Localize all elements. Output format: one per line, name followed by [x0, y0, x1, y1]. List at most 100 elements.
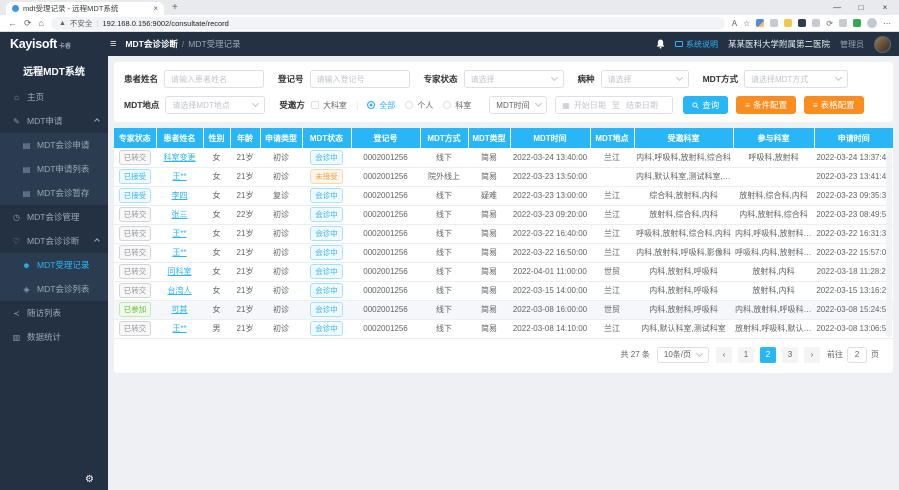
browser-tab[interactable]: mdt受理记录 - 远程MDT系统 × — [6, 2, 164, 15]
notification-bell-icon[interactable] — [656, 39, 665, 49]
window-minimize-button[interactable]: — — [825, 3, 849, 12]
back-icon[interactable]: ← — [8, 18, 17, 28]
chevron-down-icon — [676, 74, 683, 81]
mdt-mode-select[interactable]: 请选择MDT方式 — [744, 70, 848, 88]
sidebar-item-8[interactable]: ☻MDT受理记录 — [0, 253, 108, 277]
cell-mdt-mode: 线下 — [420, 319, 468, 338]
extension-icon[interactable] — [812, 19, 820, 27]
next-page-button[interactable]: › — [804, 347, 820, 363]
sync-icon[interactable]: ⟳ — [826, 19, 833, 28]
page-button-2[interactable]: 2 — [760, 347, 776, 363]
column-header: 受邀科室 — [634, 128, 733, 148]
time-type-select[interactable]: MDT时间 — [489, 96, 547, 114]
window-close-button[interactable]: × — [873, 3, 897, 12]
expert-status-select[interactable]: 请选择 — [464, 70, 564, 88]
date-range-picker[interactable]: ▦ 开始日期 至 结束日期 — [555, 96, 673, 114]
sidebar-item-6[interactable]: ◷MDT会诊管理 — [0, 205, 108, 229]
sidebar-item-7[interactable]: ♡MDT会诊诊断 — [0, 229, 108, 253]
prev-page-button[interactable]: ‹ — [716, 347, 732, 363]
tab-close-icon[interactable]: × — [153, 4, 158, 13]
cell-mdt-place: 世贸 — [590, 300, 634, 319]
cell-joined-depts: 放射科,内科 — [733, 262, 814, 281]
address-bar[interactable]: ▲ 不安全 | 192.168.0.156:9002/consultate/re… — [51, 17, 725, 30]
patient-name-link[interactable]: 张三 — [172, 210, 188, 219]
settings-gear-icon[interactable]: ⚙ — [85, 474, 94, 485]
page-button-3[interactable]: 3 — [782, 347, 798, 363]
sidebar-item-9[interactable]: ◈MDT会诊列表 — [0, 277, 108, 301]
sidebar-item-3[interactable]: ▤MDT会诊申请 — [0, 133, 108, 157]
cell-register-no: 0002001256 — [351, 319, 420, 338]
collapse-menu-icon[interactable]: ≡ — [110, 38, 116, 50]
radio-icon — [405, 101, 413, 109]
cell-apply-type: 初诊 — [260, 167, 302, 186]
table-config-button[interactable]: ≡ 表格配置 — [804, 96, 864, 114]
page-button-1[interactable]: 1 — [738, 347, 754, 363]
more-menu-icon[interactable]: ⋯ — [883, 19, 891, 28]
text-size-icon[interactable]: A — [732, 19, 737, 28]
user-avatar[interactable] — [874, 36, 891, 53]
new-tab-button[interactable]: + — [172, 2, 178, 13]
patient-name-link[interactable]: 王** — [172, 229, 186, 238]
extension-icon[interactable] — [756, 19, 764, 27]
extension-icon[interactable] — [770, 19, 778, 27]
patient-name-link[interactable]: 李四 — [172, 191, 188, 200]
refresh-icon[interactable]: ⟳ — [24, 18, 32, 29]
cell-register-no: 0002001256 — [351, 243, 420, 262]
sidebar-item-10[interactable]: ≺随访列表 — [0, 301, 108, 325]
app-header: Kayisoft 卡睿 ≡ MDT会诊诊断 / MDT受理记录 系统说明 某某医… — [0, 32, 899, 56]
chevron-down-icon — [252, 100, 259, 107]
collections-icon[interactable] — [853, 19, 861, 27]
search-button[interactable]: 查询 — [683, 96, 728, 114]
register-no-input[interactable] — [310, 70, 410, 88]
calendar-icon: ▦ — [562, 101, 570, 110]
sidebar-item-5[interactable]: ▤MDT会诊暂存 — [0, 181, 108, 205]
cell-mdt-type: 简易 — [468, 205, 510, 224]
divider: | — [356, 100, 358, 110]
home-nav-icon[interactable]: ⌂ — [39, 18, 44, 28]
patient-name-link[interactable]: 王** — [172, 172, 186, 181]
favorite-star-icon[interactable]: ☆ — [743, 19, 750, 28]
patient-name-link[interactable]: 同科室 — [168, 267, 192, 276]
radio-all[interactable]: 全部 — [367, 100, 395, 111]
cell-mdt-place — [590, 167, 634, 186]
radio-dept[interactable]: 科室 — [443, 100, 471, 111]
sidebar-item-11[interactable]: ▥数据统计 — [0, 325, 108, 349]
patient-name-link[interactable]: 王** — [172, 248, 186, 257]
browser-toolbar: ← ⟳ ⌂ ▲ 不安全 | 192.168.0.156:9002/consult… — [0, 15, 899, 32]
patient-name-link[interactable]: 可其 — [172, 305, 188, 314]
cell-apply-time: 2022-03-22 16:31:36 — [814, 224, 893, 243]
sidebar-item-1[interactable]: ⌂主页 — [0, 85, 108, 109]
radio-personal[interactable]: 个人 — [405, 100, 433, 111]
disease-select[interactable]: 请选择 — [601, 70, 689, 88]
mdt-place-select[interactable]: 请选择MDT地点 — [165, 96, 265, 114]
window-maximize-button[interactable]: □ — [849, 3, 873, 12]
split-screen-icon[interactable] — [839, 19, 847, 27]
sidebar-item-2[interactable]: ✎MDT申请 — [0, 109, 108, 133]
patient-name-link[interactable]: 台湾人 — [168, 286, 192, 295]
browser-profile-icon[interactable] — [867, 18, 877, 28]
cell-register-no: 0002001256 — [351, 224, 420, 243]
expert-status-badge: 已接受 — [119, 188, 152, 203]
patient-name-link[interactable]: 科室变更 — [164, 153, 196, 162]
patient-name-link[interactable]: 王** — [172, 324, 186, 333]
condition-config-button[interactable]: ≡ 条件配置 — [736, 96, 796, 114]
cell-expert-status: 已参加 — [114, 300, 156, 319]
cell-mdt-status: 会诊中 — [302, 262, 351, 281]
extension-icon[interactable] — [798, 19, 806, 27]
cell-invited-depts: 内科,放射科,呼吸科 — [634, 281, 733, 300]
cell-apply-type: 初诊 — [260, 224, 302, 243]
goto-page-input[interactable] — [847, 347, 867, 363]
patient-name-input[interactable] — [164, 70, 264, 88]
cell-patient-name: 王** — [156, 243, 203, 262]
home-icon: ⌂ — [12, 93, 21, 102]
sidebar-item-4[interactable]: ▤MDT申请列表 — [0, 157, 108, 181]
cell-mdt-type: 简易 — [468, 243, 510, 262]
cell-mdt-type: 简易 — [468, 262, 510, 281]
cell-mdt-place: 兰江 — [590, 224, 634, 243]
big-dept-checkbox[interactable] — [311, 101, 319, 109]
cell-mdt-type: 简易 — [468, 148, 510, 167]
table-scrollbar[interactable] — [886, 149, 892, 337]
page-size-select[interactable]: 10条/页 — [657, 347, 709, 363]
extension-icon[interactable] — [784, 19, 792, 27]
system-doc-link[interactable]: 系统说明 — [675, 39, 718, 50]
